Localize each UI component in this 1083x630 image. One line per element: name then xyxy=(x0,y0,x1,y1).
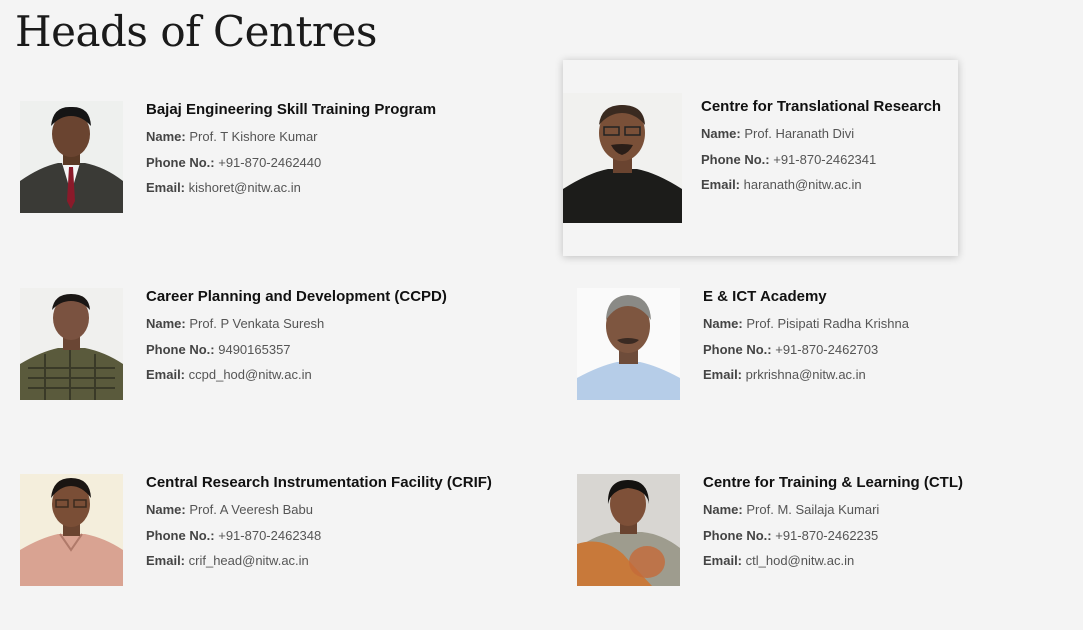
centre-card-ctr[interactable]: Centre for Translational Research Name: … xyxy=(563,60,958,256)
centre-card-best: Bajaj Engineering Skill Training Program… xyxy=(20,101,437,231)
phone-label: Phone No.: xyxy=(703,527,772,543)
head-photo xyxy=(563,93,682,223)
centre-card-ctl: Centre for Training & Learning (CTL) Nam… xyxy=(577,474,977,604)
page-title: Heads of Centres xyxy=(15,7,377,56)
name-label: Name: xyxy=(703,316,743,331)
head-photo xyxy=(20,474,123,586)
centre-card-crif: Central Research Instrumentation Facilit… xyxy=(20,474,492,604)
email-label: Email: xyxy=(703,367,743,382)
phone-label: Phone No.: xyxy=(146,341,215,357)
head-phone: +91-870-2462341 xyxy=(773,151,877,167)
head-email: prkrishna@nitw.ac.in xyxy=(745,367,866,382)
email-label: Email: xyxy=(146,180,186,195)
centre-name: Career Planning and Development (CCPD) xyxy=(146,288,447,305)
phone-label: Phone No.: xyxy=(146,527,215,543)
name-label: Name: xyxy=(146,502,186,517)
head-email: haranath@nitw.ac.in xyxy=(743,177,862,192)
email-label: Email: xyxy=(146,367,186,382)
centre-card-eict: E & ICT Academy Name: Prof. Pisipati Rad… xyxy=(577,288,977,418)
head-name: Prof. Haranath Divi xyxy=(744,126,855,141)
head-phone: +91-870-2462440 xyxy=(218,154,322,170)
head-name: Prof. T Kishore Kumar xyxy=(189,129,318,144)
name-label: Name: xyxy=(146,129,186,144)
email-label: Email: xyxy=(701,177,741,192)
centre-name: Central Research Instrumentation Facilit… xyxy=(146,474,492,491)
phone-label: Phone No.: xyxy=(146,154,215,170)
centre-name: Bajaj Engineering Skill Training Program xyxy=(146,101,437,118)
name-label: Name: xyxy=(146,316,186,331)
centre-card-ccpd: Career Planning and Development (CCPD) N… xyxy=(20,288,447,418)
phone-label: Phone No.: xyxy=(701,151,770,167)
head-email: kishoret@nitw.ac.in xyxy=(188,180,301,195)
head-phone: +91-870-2462703 xyxy=(775,341,879,357)
head-photo xyxy=(577,288,680,400)
head-email: crif_head@nitw.ac.in xyxy=(188,553,309,568)
head-email: ccpd_hod@nitw.ac.in xyxy=(188,367,312,382)
head-phone: +91-870-2462348 xyxy=(218,527,322,543)
head-photo xyxy=(20,101,123,213)
head-photo xyxy=(577,474,680,586)
email-label: Email: xyxy=(146,553,186,568)
phone-label: Phone No.: xyxy=(703,341,772,357)
head-phone: 9490165357 xyxy=(218,341,291,357)
name-label: Name: xyxy=(701,126,741,141)
head-name: Prof. P Venkata Suresh xyxy=(189,316,325,331)
centre-name: Centre for Training & Learning (CTL) xyxy=(703,474,964,491)
head-name: Prof. Pisipati Radha Krishna xyxy=(746,316,909,331)
head-name: Prof. A Veeresh Babu xyxy=(189,502,313,517)
head-name: Prof. M. Sailaja Kumari xyxy=(746,502,880,517)
email-label: Email: xyxy=(703,553,743,568)
centre-name: E & ICT Academy xyxy=(703,288,827,305)
head-phone: +91-870-2462235 xyxy=(775,527,879,543)
head-email: ctl_hod@nitw.ac.in xyxy=(745,553,855,568)
head-photo xyxy=(20,288,123,400)
name-label: Name: xyxy=(703,502,743,517)
centre-name[interactable]: Centre for Translational Research xyxy=(701,98,958,116)
